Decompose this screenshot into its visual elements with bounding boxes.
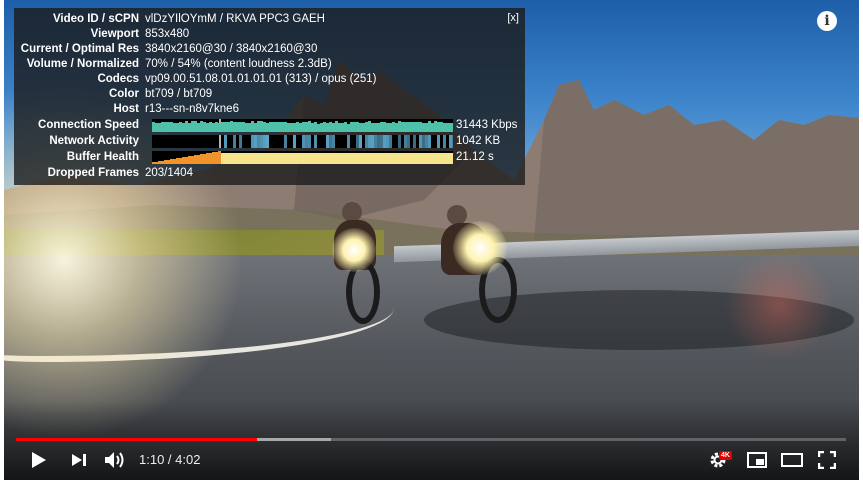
mute-button[interactable] (102, 449, 128, 471)
graph-bar (413, 135, 416, 148)
info-icon[interactable]: i (817, 11, 837, 31)
motorcycle-right (439, 205, 529, 323)
fullscreen-icon (818, 451, 836, 469)
graph-bar (233, 135, 236, 148)
stats-row-host: Host r13---sn-n8v7kne6 (113, 103, 239, 115)
graph-bar (452, 153, 453, 164)
volume-icon (105, 452, 124, 468)
next-button[interactable] (68, 449, 90, 471)
stats-for-nerds-panel: [x] Video ID / sCPN vlDzYIlOYmM / RKVA P… (14, 8, 525, 185)
graph-bar (293, 135, 296, 148)
video-player[interactable]: i [x] Video ID / sCPN vlDzYIlOYmM / RKVA… (4, 0, 859, 480)
theater-mode-button[interactable] (780, 449, 804, 471)
stats-row-viewport: Viewport 853x480 (90, 28, 190, 40)
miniplayer-icon (747, 452, 767, 468)
time-display: 1:10 / 4:02 (139, 452, 201, 467)
buffer-health-value: 21.12 s (456, 151, 494, 163)
connection-speed-value: 31443 Kbps (456, 119, 518, 131)
progress-played (16, 438, 257, 441)
graph-bar (398, 135, 401, 148)
graph-bar (389, 135, 392, 148)
graph-bar (443, 135, 446, 148)
graph-bar (437, 135, 440, 148)
graph-bar (284, 135, 287, 148)
graph-bar (314, 135, 317, 148)
graph-bar (359, 135, 362, 148)
quality-badge: 4K (719, 451, 732, 460)
play-button[interactable] (28, 449, 50, 471)
graph-bar (308, 135, 311, 148)
next-icon (72, 454, 86, 466)
graph-bar (407, 135, 410, 148)
connection-speed-graph (152, 119, 453, 132)
stats-row-video-id: Video ID / sCPN vlDzYIlOYmM / RKVA PPC3 … (52, 13, 325, 25)
graph-bar (452, 135, 453, 148)
stats-row-codecs: Codecs vp09.00.51.08.01.01.01.01 (313) /… (97, 73, 377, 85)
motorcycle-left (324, 200, 404, 325)
network-activity-value: 1042 KB (456, 135, 501, 147)
graph-bar (452, 123, 453, 132)
stats-row-color: Color bt709 / bt709 (108, 88, 213, 100)
fullscreen-button[interactable] (816, 449, 838, 471)
graph-bar (332, 135, 335, 148)
theater-icon (781, 453, 803, 467)
stats-row-dropped-frames: Dropped Frames 203/1404 (47, 167, 193, 179)
stats-row-volume: Volume / Normalized 70% / 54% (content l… (26, 58, 332, 70)
graph-bar (347, 135, 350, 148)
buffer-health-graph (152, 151, 453, 164)
progress-bar[interactable] (16, 438, 846, 441)
graph-bar (266, 135, 269, 148)
graph-bar (224, 135, 227, 148)
miniplayer-button[interactable] (745, 449, 769, 471)
stats-row-resolution: Current / Optimal Res 3840x2160@30 / 384… (20, 43, 318, 55)
graph-bar (239, 135, 242, 148)
play-icon (32, 452, 46, 468)
graph-bar (428, 135, 431, 148)
network-activity-graph (152, 135, 453, 148)
